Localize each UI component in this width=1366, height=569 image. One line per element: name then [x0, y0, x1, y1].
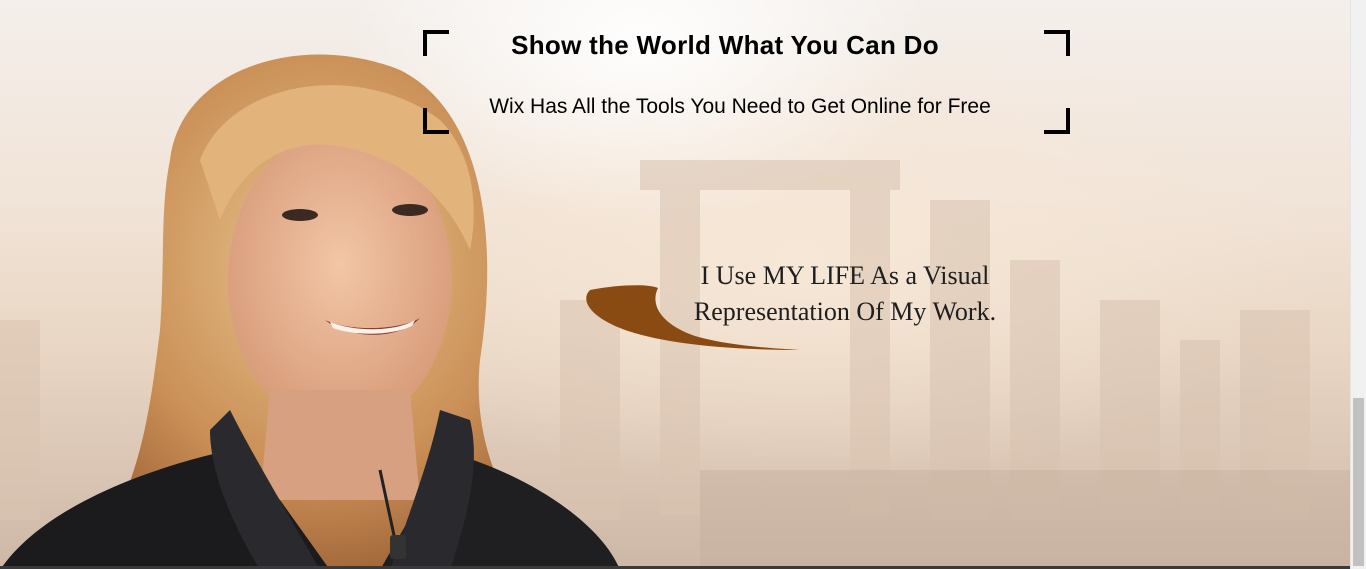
hero-quote-line-1: I Use MY LIFE As a Visual [700, 261, 990, 290]
hero-quote-line-2: Representation Of My Work. [693, 297, 997, 326]
hero-headline: Show the World What You Can Do [511, 30, 939, 60]
frame-corner-bottom-right [1044, 108, 1070, 134]
frame-corner-top-right [1044, 30, 1070, 56]
vertical-scrollbar[interactable] [1350, 0, 1366, 569]
page: Show the World What You Can Do Wix Has A… [0, 0, 1366, 569]
hero-quote: I Use MY LIFE As a Visual Representation… [640, 258, 1050, 330]
hero-subheadline: Wix Has All the Tools You Need to Get On… [489, 95, 991, 118]
scrollbar-thumb[interactable] [1353, 398, 1364, 566]
